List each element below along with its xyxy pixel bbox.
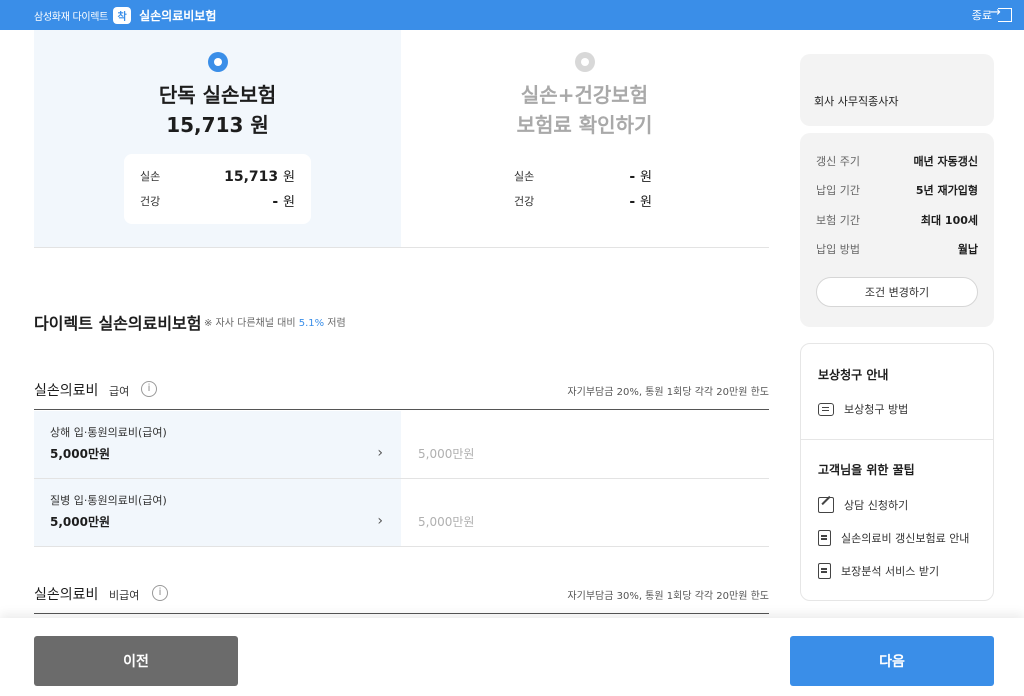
category-name: 실손의료비 [34, 587, 99, 603]
coverage-row: 질병 입·통원의료비(급여) 5,000만원 › 5,000만원 [34, 479, 769, 547]
condition-label: 납입 방법 [816, 243, 860, 256]
price-row: 건강 - 원 [140, 191, 295, 210]
claim-method-label: 보상청구 방법 [844, 403, 909, 416]
radio-selected-icon[interactable] [208, 52, 228, 72]
price-row: 건강 - 원 [514, 191, 652, 210]
category-header: 실손의료비 비급여 i 자기부담금 30%, 통원 1회당 각각 20만원 한도 [34, 580, 769, 614]
price-value: - [272, 194, 279, 210]
condition-value: 최대 100세 [920, 214, 978, 227]
exit-icon [990, 5, 1012, 22]
section-note: ※ 자사 다른채널 대비 5.1% 저렴 [204, 314, 346, 329]
brand-logo-icon: 착 [113, 6, 132, 24]
price-breakdown: 실손 15,713 원 건강 - 원 [124, 154, 311, 224]
section-title: 다이렉트 실손의료비보험 [34, 314, 202, 333]
brand-name: 삼성화재 다이렉트 [34, 11, 109, 23]
change-conditions-button[interactable]: 조건 변경하기 [816, 277, 978, 307]
chevron-right-icon: › [377, 513, 383, 529]
renewal-guide-link[interactable]: 실손의료비 갱신보험료 안내 [818, 530, 969, 546]
coverage-row: 상해 입·통원의료비(급여) 5,000만원 › 5,000만원 [34, 411, 769, 479]
price-unit: 원 [283, 195, 295, 210]
plan-title: 실손+건강보험 [520, 83, 649, 107]
price-row: 실손 15,713 원 [140, 166, 295, 185]
price-value: - [629, 194, 636, 210]
category-sub: 급여 [109, 385, 130, 398]
exit-button[interactable]: 종료 [972, 0, 1012, 30]
exit-label: 종료 [971, 9, 992, 22]
tip-label: 실손의료비 갱신보험료 안내 [841, 532, 970, 545]
claim-heading: 보상청구 안내 [818, 368, 889, 382]
document-icon [818, 530, 831, 546]
chat-icon [818, 402, 834, 416]
price-label: 실손 [514, 169, 535, 183]
coverage-name: 질병 입·통원의료비(급여) [50, 494, 167, 507]
coverage-name: 상해 입·통원의료비(급여) [50, 426, 167, 439]
condition-value: 매년 자동갱신 [913, 155, 978, 168]
edit-icon [818, 497, 834, 513]
tip-label: 상담 신청하기 [844, 499, 909, 512]
next-button[interactable]: 다음 [790, 636, 994, 686]
price-label: 건강 [140, 194, 161, 208]
plan-card-standalone[interactable]: 단독 실손보험 15,713 원 실손 15,713 원 건강 - 원 [34, 30, 401, 247]
category-note: 자기부담금 30%, 통원 1회당 각각 20만원 한도 [567, 591, 769, 602]
condition-label: 갱신 주기 [816, 155, 860, 168]
price-label: 건강 [514, 194, 535, 208]
coverage-analysis-link[interactable]: 보장분석 서비스 받기 [818, 563, 939, 579]
plan-selector: 단독 실손보험 15,713 원 실손 15,713 원 건강 - 원 실손+건… [34, 30, 769, 248]
info-icon[interactable]: i [152, 585, 168, 601]
plan-title: 단독 실손보험 [158, 83, 277, 107]
coverage-value: 5,000만원 [50, 515, 111, 529]
price-label: 실손 [140, 169, 161, 183]
help-panel: 보상청구 안내 보상청구 방법 고객님을 위한 꿀팁 상담 신청하기 실손의료비… [800, 343, 994, 601]
coverage-combined-value: 5,000만원 [418, 447, 475, 461]
condition-value: 월납 [957, 243, 978, 256]
price-unit: 원 [640, 170, 652, 185]
job-label: 회사 사무직종사자 [814, 95, 899, 108]
note-percent: 5.1% [298, 318, 325, 329]
price-unit: 원 [640, 195, 652, 210]
divider [801, 439, 993, 440]
category-note: 자기부담금 20%, 통원 1회당 각각 20만원 한도 [567, 387, 769, 398]
tip-label: 보장분석 서비스 받기 [841, 565, 940, 578]
category-header: 실손의료비 급여 i 자기부담금 20%, 통원 1회당 각각 20만원 한도 [34, 376, 769, 410]
radio-unselected-icon[interactable] [575, 52, 595, 72]
category-sub: 비급여 [109, 589, 140, 602]
bottom-nav: 이전 다음 [0, 618, 1024, 696]
condition-label: 보험 기간 [816, 214, 860, 227]
coverage-option[interactable]: 상해 입·통원의료비(급여) 5,000만원 › [34, 411, 401, 478]
plan-price: 15,713 원 [166, 113, 269, 137]
note-prefix: ※ 자사 다른채널 대비 [204, 318, 296, 329]
condition-row: 납입 방법 월납 [816, 241, 978, 257]
coverage-combined-value: 5,000만원 [418, 515, 475, 529]
price-value: 15,713 [224, 169, 279, 185]
condition-row: 갱신 주기 매년 자동갱신 [816, 153, 978, 169]
prev-button[interactable]: 이전 [34, 636, 238, 686]
info-icon[interactable]: i [141, 381, 157, 397]
condition-label: 납입 기간 [816, 184, 860, 197]
price-unit: 원 [283, 170, 295, 185]
price-value: - [629, 169, 636, 185]
plan-price-check: 보험료 확인하기 [516, 113, 653, 137]
top-bar: 삼성화재 다이렉트 착 실손의료비보험 종료 [0, 0, 1024, 30]
product-title: 실손의료비보험 [139, 8, 217, 23]
condition-value: 5년 재가입형 [915, 184, 978, 197]
job-summary: 회사 사무직종사자 [800, 54, 994, 126]
price-row: 실손 - 원 [514, 166, 652, 185]
chevron-right-icon: › [377, 445, 383, 461]
condition-row: 보험 기간 최대 100세 [816, 212, 978, 228]
plan-card-combined[interactable]: 실손+건강보험 보험료 확인하기 실손 - 원 건강 - 원 [401, 30, 768, 247]
price-breakdown: 실손 - 원 건강 - 원 [498, 154, 668, 224]
coverage-option[interactable]: 질병 입·통원의료비(급여) 5,000만원 › [34, 479, 401, 546]
document-icon [818, 563, 831, 579]
note-suffix: 저렴 [327, 318, 346, 329]
claim-method-link[interactable]: 보상청구 방법 [818, 401, 908, 417]
condition-summary: 갱신 주기 매년 자동갱신 납입 기간 5년 재가입형 보험 기간 최대 100… [800, 133, 994, 327]
condition-row: 납입 기간 5년 재가입형 [816, 182, 978, 198]
tips-heading: 고객님을 위한 꿀팁 [818, 463, 915, 477]
category-name: 실손의료비 [34, 383, 99, 399]
coverage-value: 5,000만원 [50, 447, 111, 461]
consultation-link[interactable]: 상담 신청하기 [818, 497, 908, 513]
